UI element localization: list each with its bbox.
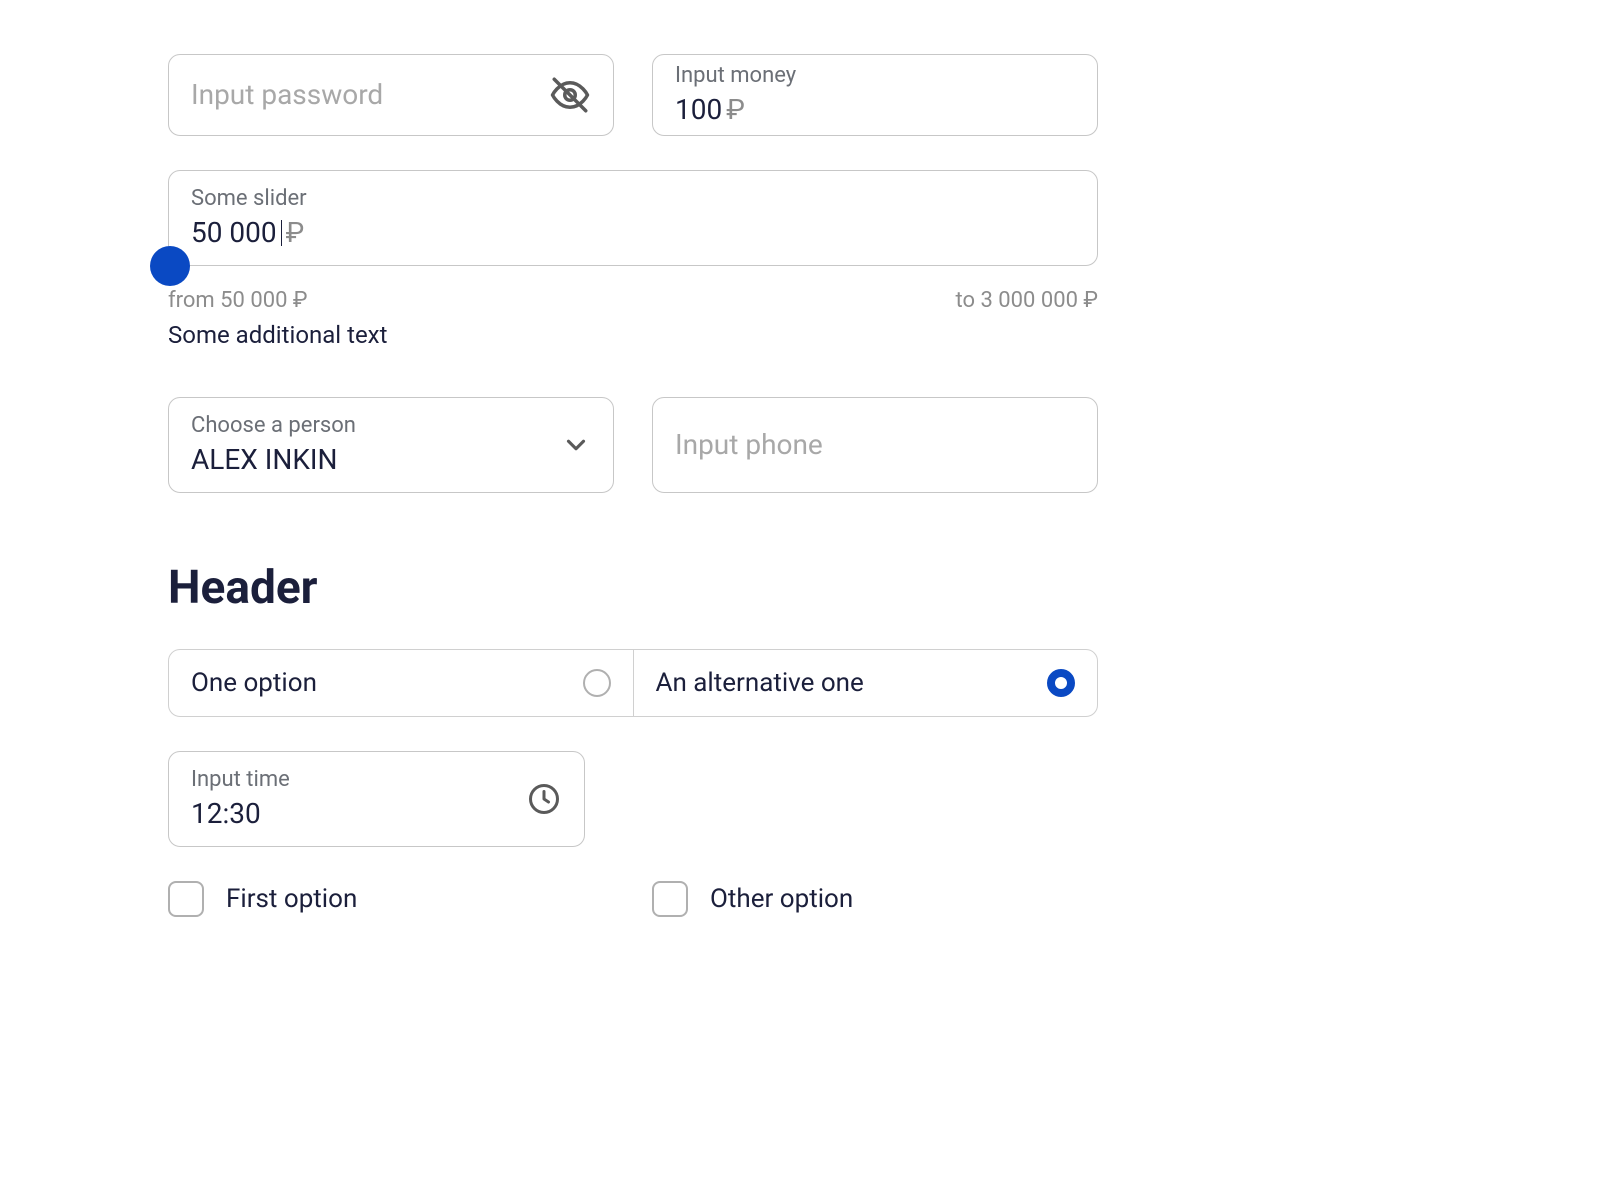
slider-label: Some slider (191, 185, 1075, 214)
password-placeholder: Input password (191, 77, 591, 113)
checkbox-first[interactable]: First option (168, 881, 614, 917)
text-cursor (281, 220, 282, 246)
ruble-icon: ₽ (726, 92, 745, 128)
slider-from: from 50 000 ₽ (168, 288, 308, 313)
money-field[interactable]: Input money 100 ₽ (652, 54, 1098, 136)
section-header: Header (168, 561, 1098, 615)
checkbox-label: Other option (710, 884, 853, 914)
slider-field[interactable]: Some slider 50 000 ₽ (168, 170, 1098, 266)
money-value: 100 ₽ (675, 92, 1075, 128)
money-label: Input money (675, 62, 1075, 91)
slider-field-wrap: Some slider 50 000 ₽ (168, 170, 1098, 266)
checkbox-unchecked-icon (168, 881, 204, 917)
person-select[interactable]: Choose a person ALEX INKIN (168, 397, 614, 493)
time-value: 12:30 (191, 796, 562, 832)
slider-range: from 50 000 ₽ to 3 000 000 ₽ (168, 288, 1098, 313)
slider-hint: Some additional text (168, 321, 1098, 349)
radio-checked-icon (1047, 669, 1075, 697)
person-value: ALEX INKIN (191, 442, 591, 478)
slider-thumb[interactable] (150, 246, 190, 286)
radio-option-alternative[interactable]: An alternative one (633, 650, 1098, 716)
checkbox-label: First option (226, 884, 357, 914)
eye-off-icon[interactable] (549, 74, 591, 116)
clock-icon[interactable] (526, 781, 562, 817)
password-field[interactable]: Input password (168, 54, 614, 136)
chevron-down-icon[interactable] (561, 430, 591, 460)
phone-field[interactable]: Input phone (652, 397, 1098, 493)
phone-placeholder: Input phone (675, 427, 1075, 463)
slider-to: to 3 000 000 ₽ (955, 288, 1098, 313)
slider-value: 50 000 ₽ (191, 215, 1075, 251)
time-label: Input time (191, 766, 562, 795)
time-field[interactable]: Input time 12:30 (168, 751, 585, 847)
person-label: Choose a person (191, 412, 591, 441)
radio-label: One option (191, 668, 317, 698)
radio-label: An alternative one (656, 668, 864, 698)
checkbox-row: First option Other option (168, 881, 1098, 917)
checkbox-unchecked-icon (652, 881, 688, 917)
radio-option-one[interactable]: One option (169, 650, 633, 716)
checkbox-other[interactable]: Other option (652, 881, 1098, 917)
radio-unchecked-icon (583, 669, 611, 697)
radio-group: One option An alternative one (168, 649, 1098, 717)
ruble-icon: ₽ (286, 215, 305, 251)
